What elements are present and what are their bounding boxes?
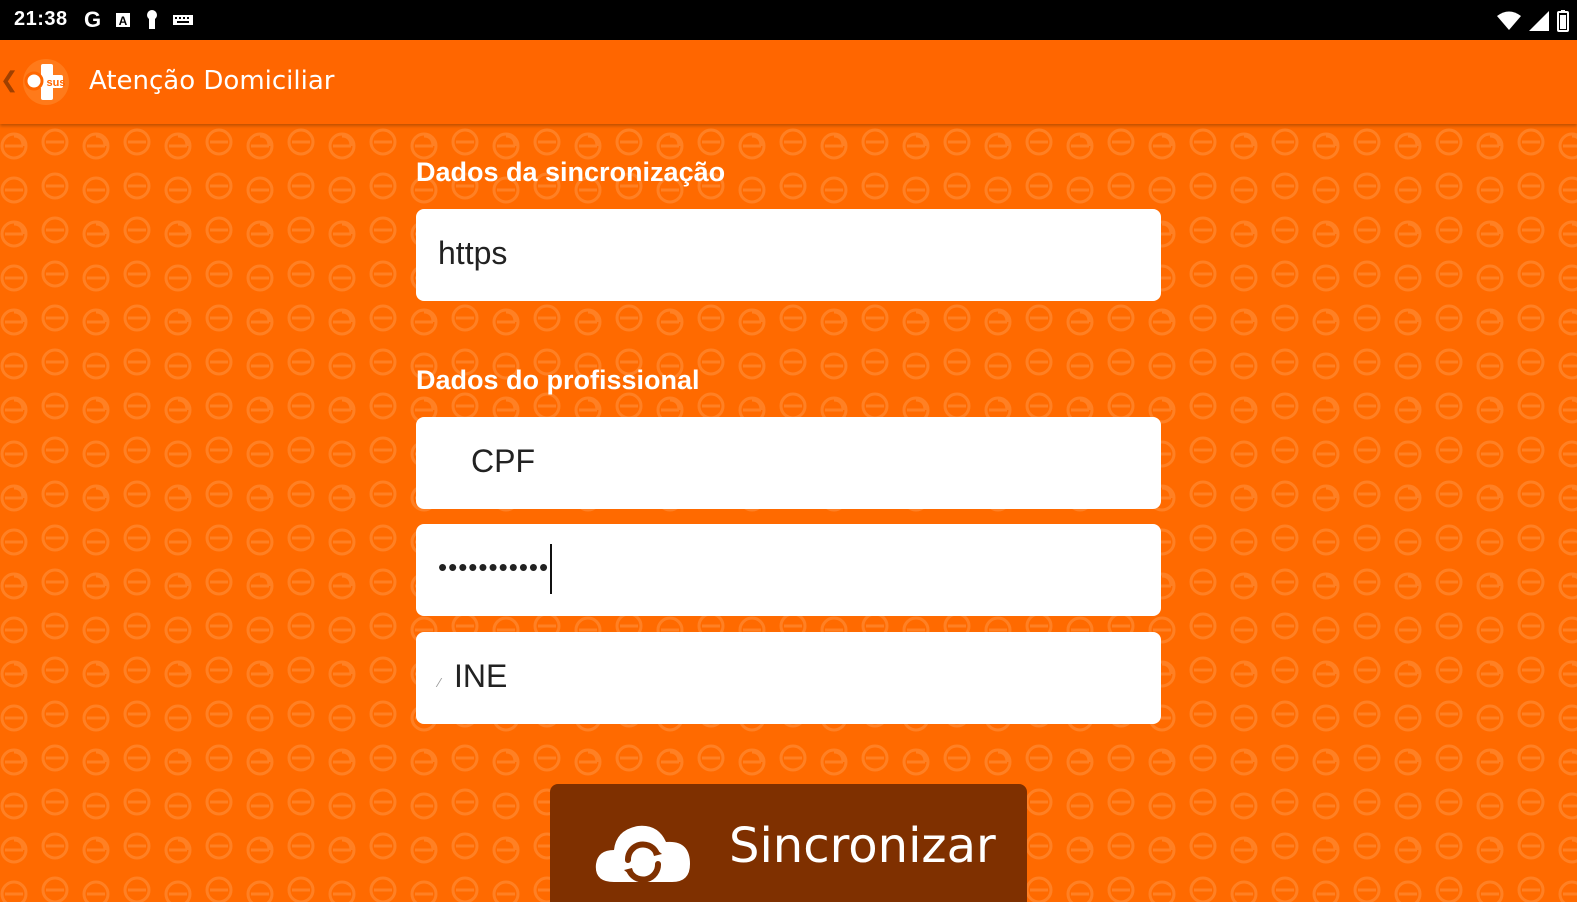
signal-icon <box>1529 11 1549 31</box>
password-field[interactable]: ••••••••••• <box>416 524 1161 616</box>
google-icon: G <box>84 7 102 32</box>
ine-value: INE <box>454 658 508 694</box>
app-bar: ❮ sus Atenção Domiciliar <box>0 40 1577 124</box>
back-arrow-icon[interactable]: ❮ <box>0 68 18 93</box>
sync-button[interactable]: Sincronizar <box>550 784 1027 902</box>
text-caret <box>550 544 553 594</box>
app-title: Atenção Domiciliar <box>89 66 335 96</box>
status-time: 21:38 <box>14 8 68 30</box>
server-url-value: https: <box>438 235 508 271</box>
cpf-field[interactable]: CPF <box>416 417 1161 509</box>
cloud-sync-icon <box>595 825 690 883</box>
keyboard-icon <box>173 15 194 25</box>
sync-section-title: Dados da sincronização <box>416 157 726 187</box>
sync-button-label: Sincronizar <box>729 818 996 874</box>
server-url-field[interactable]: https: <box>416 209 1161 301</box>
cpf-value: CPF <box>471 443 535 479</box>
professional-section-title: Dados do profissional <box>416 365 700 395</box>
battery-icon <box>1557 10 1569 32</box>
password-value: ••••••••••• <box>438 544 553 594</box>
svg-text:sus: sus <box>47 77 66 89</box>
pencil-icon: ⁄ <box>438 676 441 690</box>
main-content: Dados da sincronização https: Dados do p… <box>0 124 1577 902</box>
svg-text:A: A <box>119 14 128 28</box>
status-bar: 21:38 G A <box>0 0 1577 40</box>
esus-logo-icon[interactable]: sus <box>22 58 70 106</box>
ine-field[interactable]: ⁄ INE <box>416 632 1161 724</box>
text-a-icon: A <box>116 13 131 28</box>
key-icon <box>147 10 158 29</box>
wifi-icon <box>1497 11 1521 30</box>
